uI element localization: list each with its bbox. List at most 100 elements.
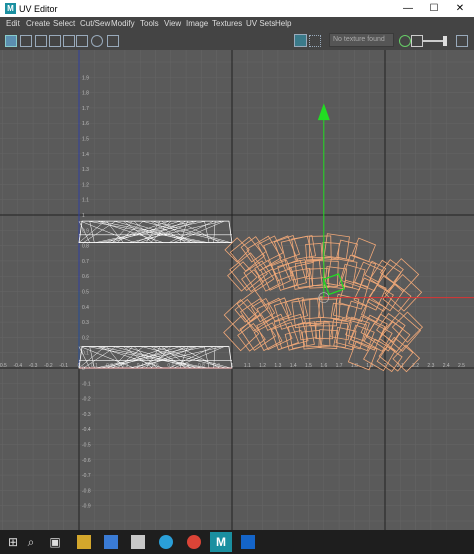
store-icon[interactable] [131,535,145,549]
menu-modify[interactable]: Modify [111,19,135,28]
mail-icon[interactable] [104,535,118,549]
uv-edge [140,220,197,243]
menu-uv-sets[interactable]: UV Sets [246,19,275,28]
exposure-icon[interactable] [399,35,411,47]
v-tick-label: 0.8 [82,244,89,250]
u-tick-label: -0.5 [0,363,7,369]
u-tick-label: 1.1 [244,363,251,369]
edge-icon[interactable] [159,535,173,549]
u-tick-label: 2.4 [443,363,450,369]
title-bar: M UV Editor — ☐ ✕ [0,0,474,17]
v-tick-label: 0.6 [82,274,89,280]
v-tick-label: 0 [82,366,85,372]
minimize-button[interactable]: — [394,0,422,17]
checker-tile-icon[interactable] [309,35,321,47]
v-tick-label: 1.8 [82,91,89,97]
u-tick-label: -0.3 [29,363,38,369]
v-tick-label: 0.4 [82,305,89,311]
move-v-arrow [317,103,330,121]
snapshot-icon[interactable] [107,35,119,47]
checker-icon[interactable] [49,35,61,47]
selected-uv-shell [351,237,377,263]
v-tick-label: -0.1 [82,381,91,387]
u-tick-label: 1.3 [274,363,281,369]
toolbar: No texture found [0,31,474,51]
start-icon[interactable]: ⊞ [6,535,20,549]
v-tick-label: 0.3 [82,320,89,326]
texture-border-icon[interactable] [63,35,75,47]
v-tick-label: 0.2 [82,335,89,341]
file-explorer-icon[interactable] [77,535,91,549]
v-tick-label: 1.5 [82,137,89,143]
u-tick-label: 2.2 [412,363,419,369]
media-player-icon[interactable] [241,535,255,549]
image-display-icon[interactable] [294,34,307,47]
u-tick-label: -0.2 [44,363,53,369]
u-tick-label: -0.4 [13,363,22,369]
selected-uv-shell [273,235,301,262]
color-management-icon[interactable] [456,35,468,47]
maya-icon[interactable]: M [210,532,232,552]
menu-select[interactable]: Select [53,19,75,28]
menu-view[interactable]: View [164,19,181,28]
menu-image[interactable]: Image [186,19,208,28]
v-tick-label: 1.3 [82,167,89,173]
menu-help[interactable]: Help [275,19,291,28]
uv-grid-icon[interactable] [5,35,17,47]
close-button[interactable]: ✕ [446,0,474,17]
selected-uv-shell [263,235,299,271]
uv-edge [89,221,95,243]
v-tick-label: 0.1 [82,351,89,357]
exposure-slider-knob[interactable] [443,36,447,46]
menu-textures[interactable]: Textures [212,19,242,28]
selected-uv-shell [320,320,349,348]
uv-edge [213,221,216,243]
v-tick-label: -0.2 [82,397,91,403]
maya-app-icon: M [5,3,16,14]
texture-dropdown[interactable]: No texture found [329,33,394,47]
v-tick-label: 0.7 [82,259,89,265]
maximize-button[interactable]: ☐ [420,0,448,17]
selected-uv-shell [305,322,331,348]
v-tick-label: 1.9 [82,75,89,81]
menu-edit[interactable]: Edit [6,19,20,28]
isolate-icon[interactable] [91,35,103,47]
v-tick-label: -0.9 [82,504,91,510]
uv-edge [111,220,181,243]
v-tick-label: 1.6 [82,121,89,127]
v-tick-label: -0.8 [82,488,91,494]
menu-bar: Edit Create Select Cut/Sew Modify Tools … [0,17,474,31]
v-tick-label: -0.3 [82,412,91,418]
v-tick-label: -0.4 [82,427,91,433]
v-tick-label: -0.5 [82,443,91,449]
search-icon[interactable]: ⌕ [24,535,38,549]
v-tick-label: 1.7 [82,106,89,112]
u-tick-label: 2.3 [427,363,434,369]
v-tick-label: 0.5 [82,290,89,296]
uv-viewport[interactable]: -0.5 -0.4 -0.3 -0.2 -0.1 0 0.1 0.2 0.3 0.4 0.5 0.6 0… [0,50,474,530]
v-tick-label: 1.4 [82,152,89,158]
selected-uv-shell [224,237,250,263]
v-tick-label: -0.6 [82,458,91,464]
v-tick-label: -0.7 [82,473,91,479]
u-tick-label: 1.6 [320,363,327,369]
u-tick-label: 1.4 [290,363,297,369]
task-view-icon[interactable]: ▣ [48,535,62,549]
u-tick-label: 2.5 [458,363,465,369]
menu-cut-sew[interactable]: Cut/Sew [80,19,110,28]
v-tick-label: 1 [82,213,85,219]
u-tick-label: -0.1 [59,363,68,369]
taskbar: ⊞ ⌕ ▣ M [0,530,474,554]
u-tick-label: 1.2 [259,363,266,369]
uv-canvas[interactable]: -0.5 -0.4 -0.3 -0.2 -0.1 0 0.1 0.2 0.3 0.4 0.5 0.6 0… [0,50,474,530]
uv-shell-icon[interactable] [20,35,32,47]
chrome-icon[interactable] [187,535,201,549]
menu-tools[interactable]: Tools [140,19,159,28]
v-tick-label: 1.2 [82,182,89,188]
window-title: UV Editor [19,4,58,14]
menu-create[interactable]: Create [26,19,50,28]
u-tick-label: 1.5 [305,363,312,369]
u-tick-label: 1.7 [336,363,343,369]
uv-border-icon[interactable] [35,35,47,47]
distortion-icon[interactable] [76,35,88,47]
